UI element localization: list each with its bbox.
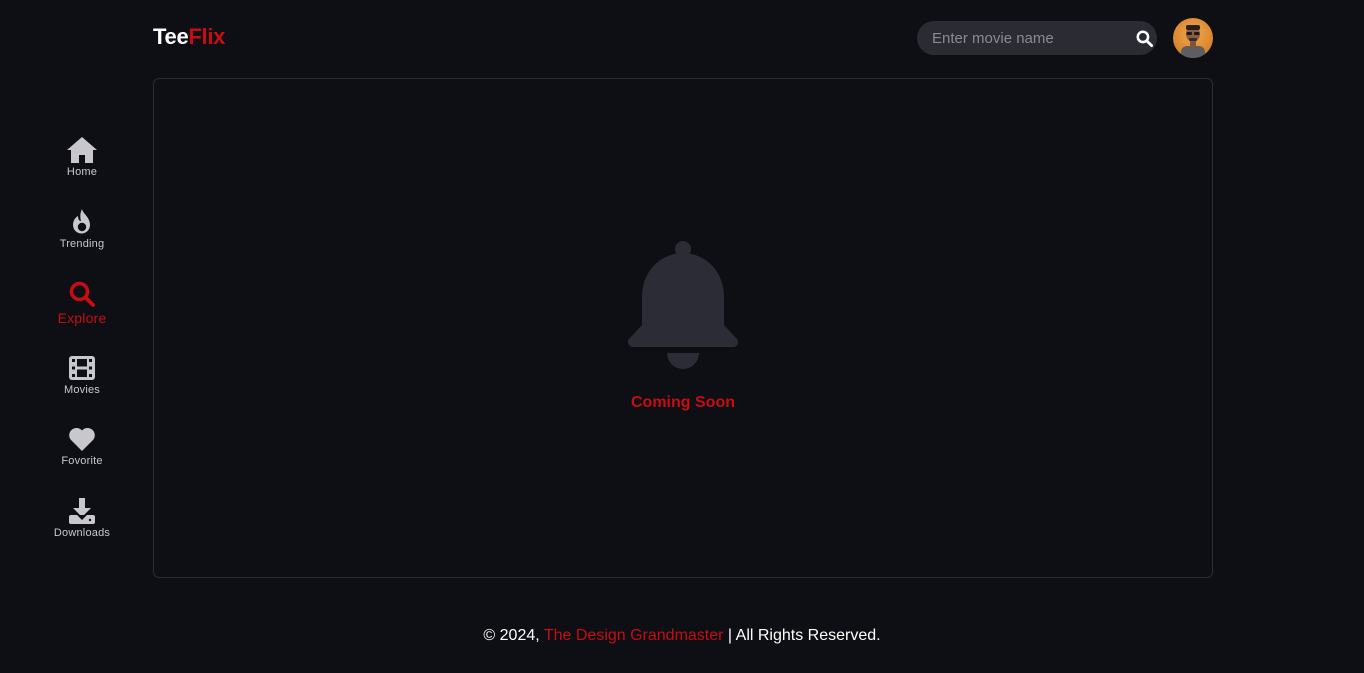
bell-icon: [627, 241, 739, 369]
sidebar-item-favorite[interactable]: Fovorite: [40, 424, 124, 467]
search-button[interactable]: [1131, 21, 1157, 55]
search-icon: [1136, 30, 1153, 47]
search-input[interactable]: [917, 21, 1131, 55]
footer-brand-link[interactable]: The Design Grandmaster: [544, 627, 724, 644]
sidebar-item-label: Trending: [59, 238, 105, 250]
sidebar-item-label: Home: [66, 166, 98, 178]
sidebar-item-label: Explore: [57, 310, 107, 326]
fire-icon: [73, 209, 90, 234]
sidebar-item-movies[interactable]: Movies: [40, 353, 124, 396]
logo-text-tee: Tee: [153, 24, 189, 49]
sidebar-item-trending[interactable]: Trending: [40, 207, 124, 250]
footer-copyright: © 2024,: [483, 627, 544, 644]
coming-soon-message: Coming Soon: [631, 394, 735, 411]
content-panel: Coming Soon: [153, 78, 1213, 578]
search-bar: [917, 21, 1157, 55]
home-icon: [67, 137, 97, 163]
page: TeeFlix Ho: [0, 0, 1364, 673]
download-icon: [69, 498, 95, 524]
film-icon: [69, 356, 95, 380]
footer: © 2024, The Design Grandmaster | All Rig…: [0, 627, 1364, 645]
logo[interactable]: TeeFlix: [153, 24, 225, 50]
logo-text-flix: Flix: [188, 24, 226, 49]
sidebar-item-home[interactable]: Home: [40, 135, 124, 178]
heart-icon: [69, 427, 95, 451]
avatar[interactable]: [1173, 18, 1213, 58]
search-icon: [69, 281, 95, 307]
sidebar-item-label: Movies: [63, 384, 101, 396]
sidebar-item-label: Downloads: [53, 527, 111, 539]
sidebar-item-label: Fovorite: [61, 455, 103, 467]
avatar-image: [1181, 25, 1205, 58]
sidebar-item-downloads[interactable]: Downloads: [40, 496, 124, 539]
sidebar-item-explore[interactable]: Explore: [40, 279, 124, 326]
footer-rights: | All Rights Reserved.: [723, 627, 881, 644]
